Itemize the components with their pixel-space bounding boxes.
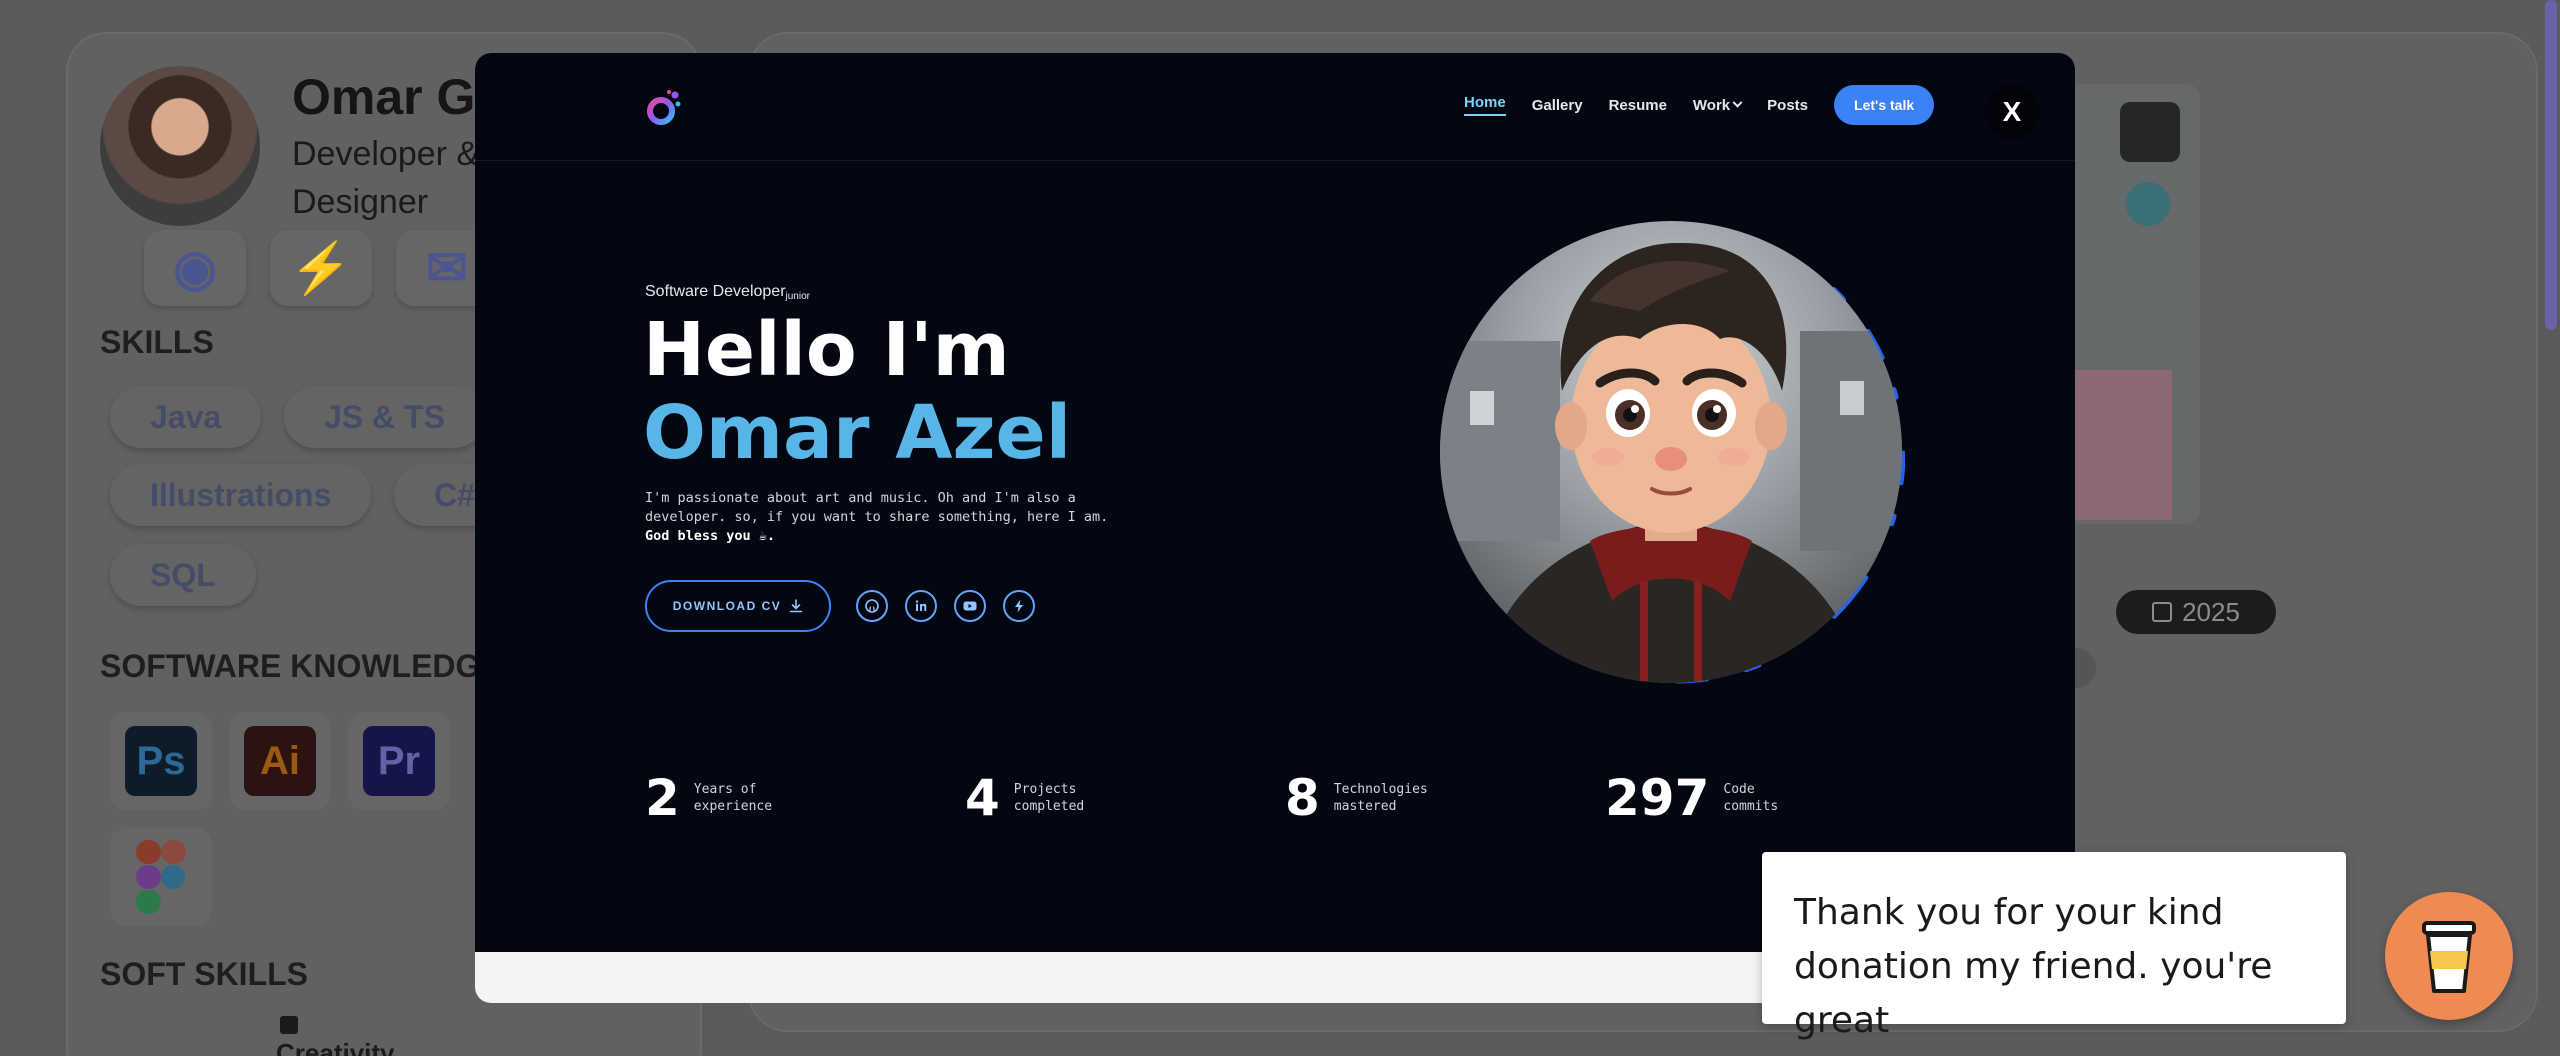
camera-lens: [2126, 182, 2170, 226]
illustrator-label: Ai: [244, 726, 316, 796]
stat-value: 297: [1605, 769, 1710, 827]
bio-bold-line: God bless you ☕.: [645, 528, 776, 544]
linkedin-glyph: [915, 600, 927, 611]
main-nav: Home Gallery Resume Work Posts Let's tal…: [1464, 85, 1935, 125]
stat-label-line: commits: [1723, 799, 1779, 814]
camera-button: [2120, 102, 2180, 162]
premiere-label: Pr: [363, 726, 435, 796]
boy-avatar-illustration: [1440, 242, 1902, 683]
hero-eyebrow: Software Developerjunior: [645, 283, 810, 302]
stat-label: Years of experience: [694, 781, 772, 815]
stat-commits: 297 Code commits: [1605, 770, 1778, 826]
download-cv-label: DOWNLOAD CV: [672, 599, 782, 613]
year-label: 2025: [2182, 596, 2240, 627]
stat-label-line: Years of: [693, 782, 757, 797]
zap-icon[interactable]: [1003, 590, 1035, 622]
hero-bio: I'm passionate about art and music. Oh a…: [645, 489, 1115, 546]
hero-greeting: Hello I'm: [643, 307, 1010, 393]
stat-label: Code commits: [1723, 781, 1778, 815]
github-icon[interactable]: ◉: [144, 230, 246, 306]
lets-talk-button[interactable]: Let's talk: [1834, 85, 1935, 125]
stat-value: 2: [645, 769, 680, 827]
photoshop-label: Ps: [125, 726, 197, 796]
calendar-icon: [2152, 602, 2173, 622]
github-glyph: [865, 599, 879, 613]
hero-name: Omar Azel: [643, 390, 1072, 476]
close-modal-button[interactable]: X: [1985, 85, 2039, 139]
stat-experience: 2 Years of experience: [645, 770, 772, 826]
avatar: [100, 66, 260, 226]
nav-divider: [475, 160, 2075, 161]
illustrator-icon: Ai: [229, 712, 331, 810]
nav-posts[interactable]: Posts: [1767, 97, 1808, 114]
nav-gallery[interactable]: Gallery: [1532, 97, 1583, 114]
preview-frame: Home Gallery Resume Work Posts Let's tal…: [475, 53, 2075, 952]
scrollbar-thumb[interactable]: [2545, 0, 2557, 330]
stat-label-line: Projects: [1013, 782, 1077, 797]
stat-value: 8: [1285, 769, 1320, 827]
bio-line: I'm passionate about art and music. Oh a…: [645, 490, 1076, 506]
soft-skills-heading: SOFT SKILLS: [100, 956, 308, 992]
stat-value: 4: [965, 769, 1000, 827]
download-icon: [789, 599, 803, 613]
bio-line: developer. so, if you want to share some…: [645, 509, 1109, 525]
stat-label-line: Code: [1723, 782, 1755, 797]
youtube-icon[interactable]: [954, 590, 986, 622]
portrait-image: [1440, 221, 1902, 683]
site-logo-icon[interactable]: [645, 89, 683, 127]
zap-glyph: [1015, 599, 1023, 613]
software-heading: SOFTWARE KNOWLEDG: [100, 648, 481, 684]
profile-portrait: [1435, 221, 1905, 691]
download-cv-button[interactable]: DOWNLOAD CV: [645, 580, 831, 632]
stat-label-line: experience: [693, 799, 773, 814]
stat-label-line: Technologies: [1333, 782, 1428, 797]
stat-label: Technologies mastered: [1334, 781, 1428, 815]
linkedin-icon[interactable]: [905, 590, 937, 622]
nav-work[interactable]: Work: [1692, 96, 1743, 114]
skill-pill: SQL: [110, 544, 256, 606]
hero-eyebrow-title: Software Developer: [645, 283, 786, 300]
soft-skill-marker: [280, 1016, 298, 1034]
zap-icon[interactable]: ⚡: [270, 230, 372, 306]
skill-pill: Java: [110, 386, 262, 448]
skill-pill: Illustrations: [110, 464, 372, 526]
soft-skill-label: Creativity: [276, 1038, 395, 1056]
skill-pill: JS & TS: [284, 386, 485, 448]
figma-icon: [110, 828, 212, 926]
figma-logo: [136, 840, 186, 914]
stat-label-line: mastered: [1333, 799, 1397, 814]
github-icon[interactable]: [856, 590, 888, 622]
stat-projects: 4 Projects completed: [965, 770, 1084, 826]
buy-me-a-coffee-button[interactable]: [2385, 892, 2513, 1020]
donation-toast: Thank you for your kind donation my frie…: [1762, 852, 2346, 1041]
hero-eyebrow-sub: junior: [785, 291, 810, 302]
profile-name: Omar Gu: [292, 69, 506, 125]
premiere-icon: Pr: [348, 712, 450, 810]
stat-label-line: completed: [1013, 799, 1085, 814]
nav-resume[interactable]: Resume: [1609, 97, 1667, 114]
nav-home[interactable]: Home: [1464, 94, 1506, 116]
chevron-down-icon: [1732, 97, 1743, 108]
photoshop-icon: Ps: [110, 712, 212, 810]
year-badge: 2025: [2116, 590, 2276, 634]
youtube-glyph: [963, 601, 977, 611]
stat-technologies: 8 Technologies mastered: [1285, 770, 1428, 826]
coffee-cup-icon: [2422, 921, 2476, 993]
nav-work-label: Work: [1692, 96, 1731, 114]
skills-heading: SKILLS: [100, 324, 214, 360]
stat-label: Projects completed: [1014, 781, 1084, 815]
scrollbar[interactable]: [2542, 0, 2560, 1056]
